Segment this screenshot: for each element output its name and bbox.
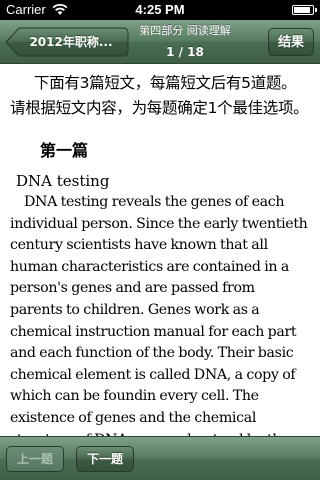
status-time: 4:25 PM — [135, 2, 185, 17]
battery-icon — [292, 5, 317, 15]
section-title: 第一篇 — [40, 141, 89, 160]
instructions-text: 下面有3篇短文，每篇短文后有5道题。请根据短文内容，为每题确定1个最佳选项。 — [10, 74, 309, 117]
passage-title: DNA testing — [16, 172, 110, 190]
status-bar: Carrier 4:25 PM — [0, 0, 320, 20]
navigation-bar: 2012年职称... 第四部分 阅读理解 1 / 18 结果 — [0, 20, 320, 64]
back-button-label: 2012年职称... — [29, 35, 113, 49]
back-button[interactable]: 2012年职称... — [5, 27, 129, 57]
question-counter: 1 / 18 — [166, 45, 204, 59]
result-button[interactable]: 结果 — [268, 28, 314, 56]
bottom-toolbar: 上一题 下一题 — [0, 436, 320, 480]
passage-text: DNA testing reveals the genes of each in… — [10, 194, 308, 436]
reading-content[interactable]: 下面有3篇短文，每篇短文后有5道题。请根据短文内容，为每题确定1个最佳选项。 第… — [0, 64, 320, 436]
previous-question-button[interactable]: 上一题 — [6, 446, 64, 472]
next-question-button[interactable]: 下一题 — [76, 446, 134, 472]
battery-fill — [294, 7, 311, 13]
nav-title: 第四部分 阅读理解 — [139, 24, 231, 37]
